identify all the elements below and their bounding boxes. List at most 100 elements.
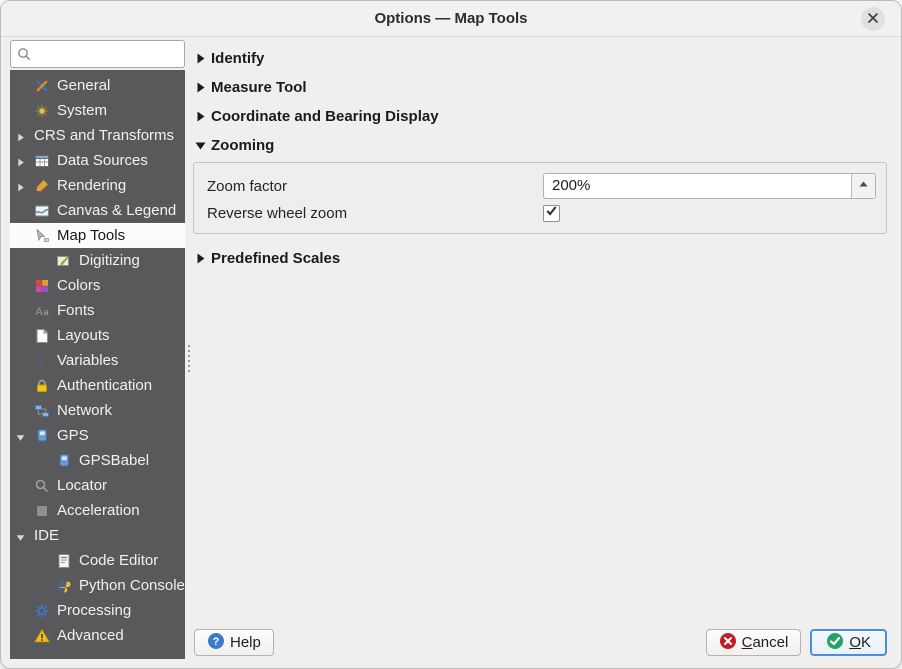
- sidebar-item-label: GPS: [57, 427, 89, 444]
- sidebar-item-label: CRS and Transforms: [34, 127, 175, 144]
- close-button[interactable]: [861, 7, 885, 31]
- help-button[interactable]: ? Help: [194, 629, 274, 656]
- variables-icon: ε: [34, 353, 50, 369]
- splitter-handle[interactable]: [185, 40, 193, 659]
- sidebar-item-label: Canvas & Legend: [57, 202, 177, 219]
- sidebar-item-label: System: [57, 102, 108, 119]
- check-icon: [545, 204, 558, 222]
- spin-up-icon: [859, 174, 868, 192]
- sidebar-item-python-console[interactable]: Python Console: [10, 573, 185, 598]
- help-icon: ?: [207, 632, 225, 654]
- sidebar-item-code-editor[interactable]: Code Editor: [10, 548, 185, 573]
- sidebar-item-advanced[interactable]: Advanced: [10, 623, 185, 648]
- sidebar-item-data-sources[interactable]: Data Sources: [10, 148, 185, 173]
- sidebar-item-gpsbabel[interactable]: GPSBabel: [10, 448, 185, 473]
- sidebar-item-label: Acceleration: [57, 502, 140, 519]
- spin-down-button[interactable]: [852, 192, 875, 198]
- expand-arrow-icon[interactable]: [15, 180, 26, 192]
- sidebar-item-system[interactable]: System: [10, 98, 185, 123]
- code-editor-icon: [56, 553, 72, 569]
- collapse-arrow-icon[interactable]: [15, 430, 26, 441]
- sidebar-item-canvas-and-legend[interactable]: Canvas & Legend: [10, 198, 185, 223]
- fonts-icon: Aa: [34, 303, 50, 319]
- section-label: Identify: [211, 50, 265, 67]
- sidebar-item-gps[interactable]: GPS: [10, 423, 185, 448]
- close-icon: [867, 12, 879, 27]
- sidebar-item-label: IDE: [34, 527, 60, 544]
- help-label: Help: [230, 634, 261, 651]
- sidebar-item-crs-and-transforms[interactable]: CRS and Transforms: [10, 123, 185, 148]
- spin-up-button[interactable]: [852, 174, 875, 192]
- sidebar-item-variables[interactable]: ε Variables: [10, 348, 185, 373]
- search-icon: [17, 47, 31, 66]
- sidebar-item-label: Python Console: [79, 577, 185, 594]
- processing-icon: [34, 603, 50, 619]
- sidebar-item-label: Map Tools: [57, 227, 126, 244]
- network-icon: [34, 403, 50, 419]
- svg-text:A: A: [35, 306, 43, 318]
- colors-icon: [34, 278, 50, 294]
- sidebar-item-network[interactable]: Network: [10, 398, 185, 423]
- zoom-factor-label: Zoom factor: [207, 177, 288, 195]
- sidebar-item-label: Digitizing: [79, 252, 140, 269]
- gps-icon: [34, 428, 50, 444]
- ok-label: OK: [849, 634, 871, 651]
- sidebar-item-ide[interactable]: IDE: [10, 523, 185, 548]
- gpsbabel-icon: [56, 453, 72, 469]
- section-measure-tool[interactable]: Measure Tool: [193, 73, 893, 102]
- expand-arrow-icon: [193, 109, 208, 124]
- search-box: [10, 40, 185, 68]
- sidebar-item-label: General: [57, 77, 111, 94]
- cancel-button[interactable]: Cancel: [705, 629, 802, 656]
- sidebar-item-label: Colors: [57, 277, 101, 294]
- sidebar-item-acceleration[interactable]: Acceleration: [10, 498, 185, 523]
- collapse-arrow-icon: [193, 138, 208, 153]
- section-zooming[interactable]: Zooming: [193, 131, 893, 160]
- canvas-legend-icon: [34, 203, 50, 219]
- expand-arrow-icon: [193, 80, 208, 95]
- collapse-arrow-icon[interactable]: [15, 530, 26, 541]
- sidebar-item-colors[interactable]: Colors: [10, 273, 185, 298]
- locator-icon: [34, 478, 50, 494]
- window-title: Options — Map Tools: [374, 10, 528, 27]
- sidebar-item-rendering[interactable]: Rendering: [10, 173, 185, 198]
- sidebar-item-layouts[interactable]: Layouts: [10, 323, 185, 348]
- sidebar-item-processing[interactable]: Processing: [10, 598, 185, 623]
- sidebar-item-map-tools[interactable]: Map Tools: [10, 223, 185, 248]
- sidebar-item-general[interactable]: General: [10, 73, 185, 98]
- svg-text:ε: ε: [39, 354, 45, 368]
- sidebar-item-authentication[interactable]: Authentication: [10, 373, 185, 398]
- sidebar-item-label: Advanced: [57, 627, 124, 644]
- section-coordinate-bearing-display[interactable]: Coordinate and Bearing Display: [193, 102, 893, 131]
- section-predefined-scales[interactable]: Predefined Scales: [193, 244, 893, 273]
- cancel-label: Cancel: [741, 634, 789, 651]
- svg-text:?: ?: [213, 636, 220, 648]
- main-panel: Identify Measure Tool Coordinate and Bea…: [193, 40, 893, 659]
- expand-arrow-icon[interactable]: [15, 130, 26, 142]
- sidebar-item-label: Locator: [57, 477, 108, 494]
- settings-search-input[interactable]: [10, 40, 185, 68]
- sidebar-item-label: Authentication: [57, 377, 153, 394]
- ok-button[interactable]: OK: [810, 629, 887, 656]
- map-tools-icon: [34, 228, 50, 244]
- dialog-footer: ? Help Cancel OK: [194, 629, 887, 656]
- sidebar-item-label: GPSBabel: [79, 452, 150, 469]
- zooming-group: Zoom factor 200% Reverse wheel zoom: [193, 162, 887, 234]
- zoom-factor-value[interactable]: 200%: [544, 174, 851, 198]
- sidebar-item-label: Variables: [57, 352, 119, 369]
- expand-arrow-icon[interactable]: [15, 155, 26, 167]
- sidebar-item-digitizing[interactable]: Digitizing: [10, 248, 185, 273]
- titlebar[interactable]: Options — Map Tools: [1, 1, 901, 37]
- data-sources-icon: [34, 153, 50, 169]
- sidebar-item-locator[interactable]: Locator: [10, 473, 185, 498]
- rendering-icon: [34, 178, 50, 194]
- sidebar-item-label: Code Editor: [79, 552, 159, 569]
- acceleration-icon: [34, 503, 50, 519]
- section-identify[interactable]: Identify: [193, 44, 893, 73]
- zoom-factor-spinbox[interactable]: 200%: [543, 173, 876, 199]
- section-label: Predefined Scales: [211, 250, 341, 267]
- sidebar-item-label: Fonts: [57, 302, 95, 319]
- sidebar-item-label: Processing: [57, 602, 132, 619]
- reverse-wheel-zoom-checkbox[interactable]: [543, 204, 560, 222]
- sidebar-item-fonts[interactable]: Aa Fonts: [10, 298, 185, 323]
